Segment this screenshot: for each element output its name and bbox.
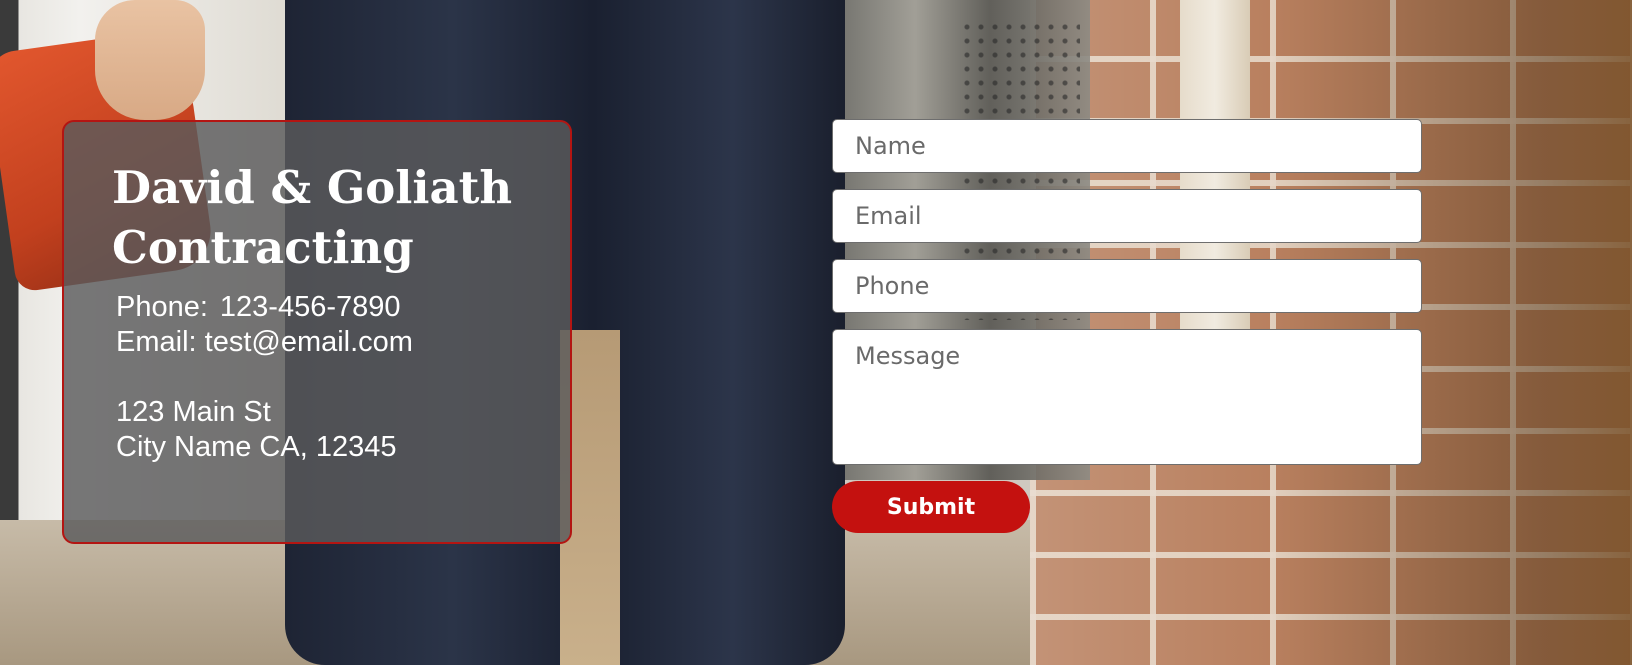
email-value: test@email.com <box>204 326 413 358</box>
company-name-line1: David & Goliath <box>112 161 513 214</box>
email-input[interactable] <box>832 189 1422 243</box>
message-textarea[interactable] <box>832 329 1422 465</box>
hand-image <box>95 0 205 120</box>
email-label: Email: <box>116 326 197 358</box>
phone-label: Phone: <box>116 291 208 323</box>
hero-background: David & Goliath Contracting Phone: 123-45… <box>0 0 1632 665</box>
submit-button[interactable]: Submit <box>832 481 1030 533</box>
address-line2: City Name CA, 12345 <box>116 431 397 463</box>
company-name-line2: Contracting <box>112 221 414 274</box>
company-name: David & Goliath Contracting <box>112 158 532 278</box>
contact-details: Phone: 123-456-7890 Email: test@email.com… <box>116 290 413 465</box>
phone-line: Phone: 123-456-7890 <box>116 290 413 325</box>
phone-input[interactable] <box>832 259 1422 313</box>
contact-form: Submit <box>832 119 1424 533</box>
name-input[interactable] <box>832 119 1422 173</box>
address-line1: 123 Main St <box>116 396 271 428</box>
company-info-card: David & Goliath Contracting Phone: 123-45… <box>62 120 572 544</box>
phone-value: 123-456-7890 <box>219 291 401 323</box>
email-line: Email: test@email.com <box>116 325 413 360</box>
